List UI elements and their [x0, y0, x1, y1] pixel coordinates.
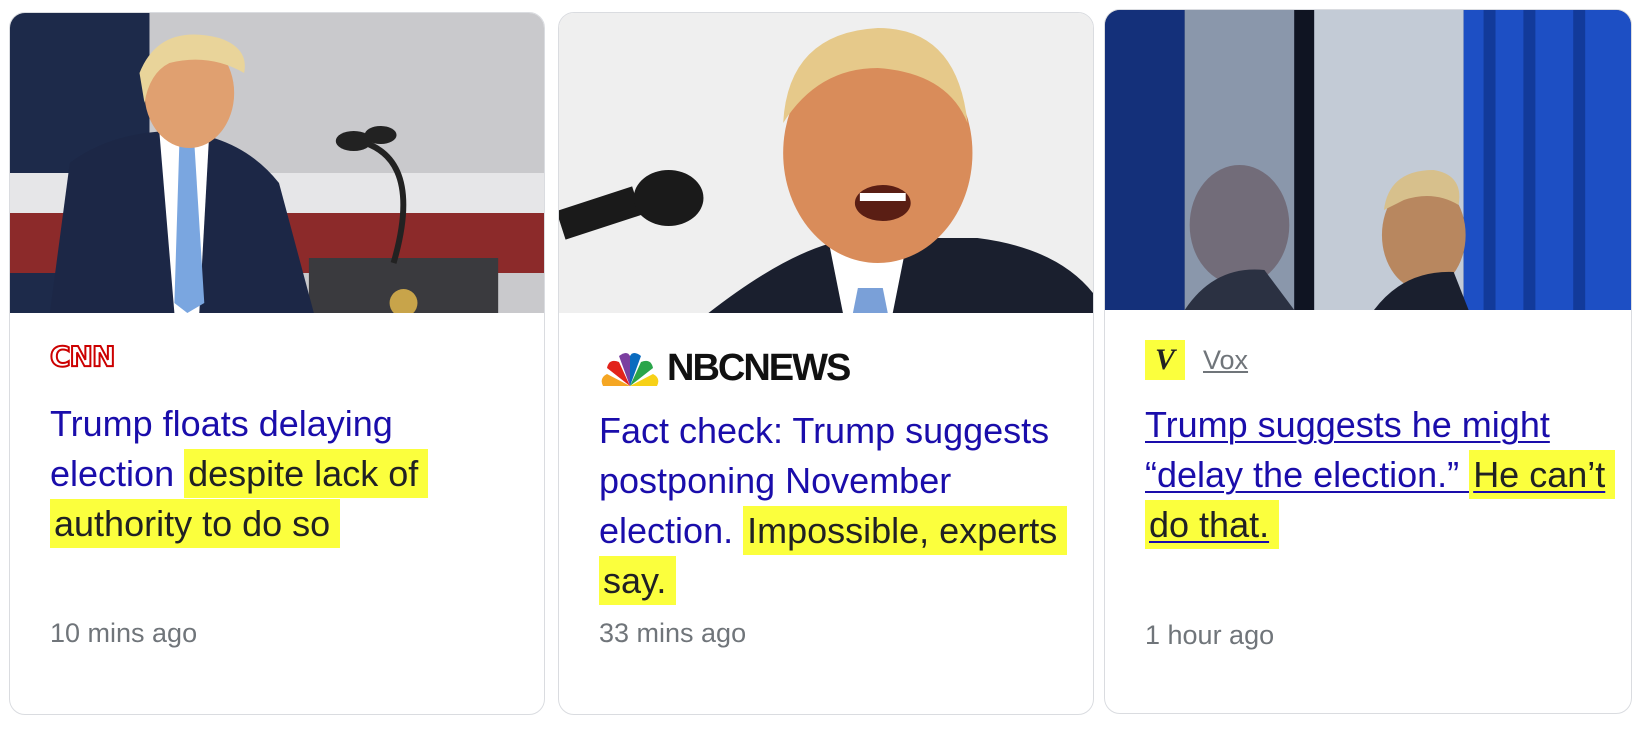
news-carousel: CNN Trump floats delaying election despi… [0, 0, 1641, 734]
published-time: 1 hour ago [1145, 620, 1275, 650]
nbc-peacock-icon [601, 353, 659, 386]
article-thumbnail[interactable] [559, 13, 1093, 313]
article-headline[interactable]: Trump floats delaying election despite l… [50, 399, 510, 549]
nbc-news-logo: NBCNEWS [599, 346, 851, 390]
nbc-news-wordmark: NBCNEWS [667, 346, 851, 389]
cnn-logo: CNN [49, 339, 116, 374]
source-name-link[interactable]: Vox [1203, 345, 1248, 376]
published-time: 10 mins ago [50, 618, 198, 648]
news-card-nbc[interactable]: NBCNEWS Fact check: Trump suggests postp… [558, 12, 1094, 715]
article-thumbnail[interactable] [10, 13, 544, 313]
source-row[interactable]: V Vox [1145, 340, 1248, 380]
article-headline[interactable]: Trump suggests he might “delay the elect… [1145, 400, 1616, 550]
source-row[interactable]: NBCNEWS [599, 346, 851, 390]
article-headline[interactable]: Fact check: Trump suggests postponing No… [599, 406, 1068, 606]
vox-logo: V [1145, 340, 1185, 380]
source-row[interactable]: CNN [49, 336, 116, 376]
article-thumbnail[interactable] [1105, 10, 1631, 310]
news-card-cnn[interactable]: CNN Trump floats delaying election despi… [9, 12, 545, 715]
news-card-vox[interactable]: V Vox Trump suggests he might “delay the… [1104, 9, 1632, 714]
published-time: 33 mins ago [599, 618, 747, 648]
